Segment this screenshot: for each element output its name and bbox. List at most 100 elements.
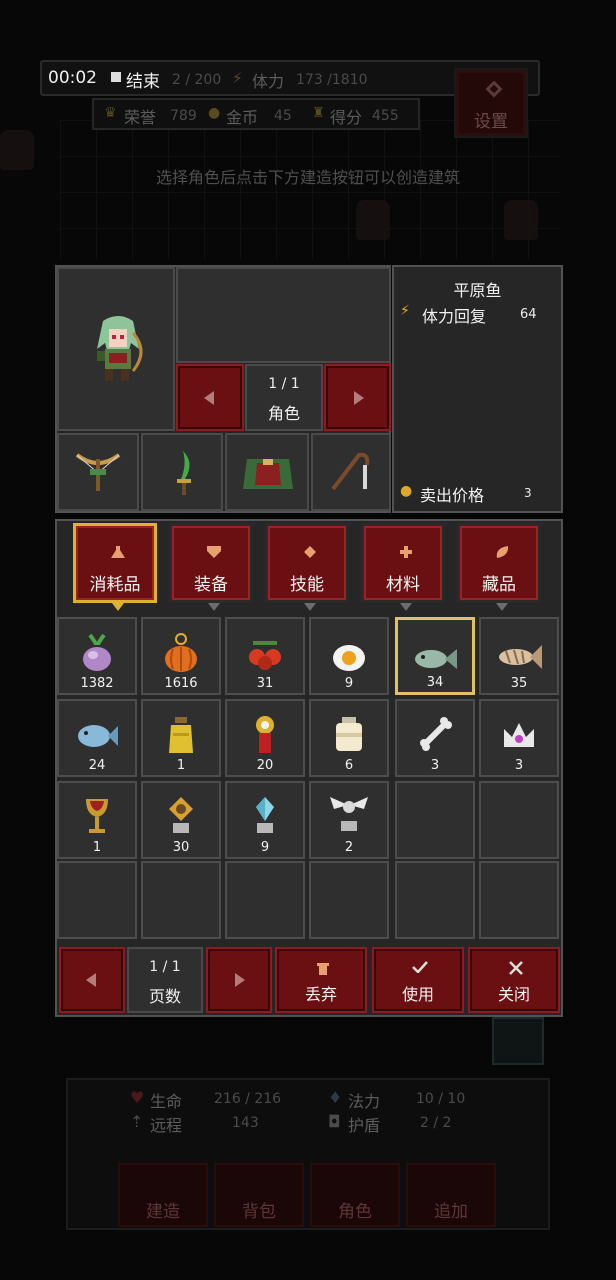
item-count: 31: [256, 676, 274, 691]
crossbow-icon: [75, 453, 121, 491]
inventory-slot-crown[interactable]: 3: [479, 699, 559, 777]
tab-equipment[interactable]: 装备: [169, 523, 253, 611]
character-page-number: 1 / 1: [268, 376, 300, 392]
mana-icon: ♦: [328, 1088, 343, 1107]
cloak-icon: [243, 459, 293, 489]
inventory-slot-plain-fish[interactable]: 34: [395, 617, 475, 695]
score-value: 455: [372, 108, 399, 124]
inventory-slot-empty[interactable]: [57, 861, 137, 939]
inventory-slot-empty[interactable]: [479, 861, 559, 939]
add-button[interactable]: 追加: [406, 1163, 496, 1227]
tab-pointer: [304, 603, 316, 611]
tab-collectibles[interactable]: 藏品: [457, 523, 541, 611]
mana-label: 法力: [348, 1092, 381, 1111]
goblet-icon: [86, 799, 108, 833]
inventory-slot-winged-totem[interactable]: 2: [309, 781, 389, 859]
add-label: 追加: [434, 1202, 468, 1222]
teleport-widget: [492, 1017, 544, 1065]
blue-fish-icon: [78, 725, 118, 747]
inventory-slot-honey-jar[interactable]: 1: [141, 699, 221, 777]
inventory-slot-empty[interactable]: [309, 861, 389, 939]
discard-button[interactable]: 丢弃: [275, 947, 367, 1013]
inventory-slot-berries[interactable]: 31: [225, 617, 305, 695]
wave-counter: 2 / 200: [172, 72, 222, 88]
inventory-slot-goblet[interactable]: 1: [57, 781, 137, 859]
bag-button[interactable]: 背包: [214, 1163, 304, 1227]
inventory-page-number: 1 / 1: [149, 959, 181, 975]
item-count: 1382: [80, 676, 114, 691]
inventory-slot-milk-jar[interactable]: 6: [309, 699, 389, 777]
close-icon: [509, 961, 523, 975]
item-detail-effect-label: 体力回复: [422, 307, 487, 326]
inventory-prev-page-button[interactable]: [59, 947, 125, 1013]
inventory-slot-fried-egg[interactable]: 9: [309, 617, 389, 695]
range-value: 143: [232, 1115, 259, 1131]
chevron-right-icon: [235, 973, 245, 987]
item-count: 1: [92, 840, 102, 855]
honey-jar-icon: [169, 717, 193, 753]
diamond-icon: [304, 546, 316, 558]
plus-icon: [400, 546, 412, 558]
turnip-icon: [83, 633, 111, 671]
settings-button[interactable]: 设置: [454, 68, 528, 138]
close-button[interactable]: 关闭: [468, 947, 560, 1013]
shield-value: 2 / 2: [420, 1115, 452, 1131]
tab-pointer: [496, 603, 508, 611]
stamina-restore-icon: ⚡: [400, 303, 410, 319]
settings-icon: [485, 80, 503, 98]
item-count: 1616: [164, 676, 198, 691]
inventory-slot-empty[interactable]: [395, 781, 475, 859]
character-prev-button[interactable]: [176, 364, 244, 431]
stop-icon[interactable]: [111, 72, 121, 82]
use-button[interactable]: 使用: [372, 947, 464, 1013]
chevron-left-icon: [86, 973, 96, 987]
tab-materials[interactable]: 材料: [361, 523, 445, 611]
inventory-slot-dried-fish[interactable]: 35: [479, 617, 559, 695]
character-portrait-slot[interactable]: [57, 267, 175, 431]
gold-label: 金币: [226, 108, 259, 127]
item-count: 35: [510, 676, 528, 691]
crown-icon: [504, 723, 534, 747]
build-button[interactable]: 建造: [118, 1163, 208, 1227]
coin-icon: ●: [208, 105, 221, 121]
equipment-slot-weapon[interactable]: [57, 433, 139, 511]
build-label: 建造: [146, 1202, 180, 1222]
honor-value: 789: [170, 108, 197, 124]
inventory-slot-empty[interactable]: [141, 861, 221, 939]
tab-consumables[interactable]: 消耗品: [73, 523, 157, 611]
inventory-page-indicator: 1 / 1 页数: [127, 947, 203, 1013]
tab-label: 材料: [386, 575, 420, 595]
inventory-slot-turnip[interactable]: 1382: [57, 617, 137, 695]
equipment-slot-offhand[interactable]: [141, 433, 223, 511]
tab-skills[interactable]: 技能: [265, 523, 349, 611]
build-hint-text: 选择角色后点击下方建造按钮可以创造建筑: [155, 168, 460, 187]
character-next-button[interactable]: [324, 364, 391, 431]
enemy-silhouette: [504, 200, 538, 240]
inventory-slot-gold-totem[interactable]: 30: [141, 781, 221, 859]
pumpkin-icon: [165, 633, 197, 672]
crystal-totem-icon: [256, 797, 274, 833]
bag-label: 背包: [242, 1202, 276, 1222]
trash-icon: [317, 963, 329, 975]
settings-label: 设置: [474, 112, 508, 132]
inventory-slot-crystal-totem[interactable]: 9: [225, 781, 305, 859]
tab-pointer: [112, 603, 124, 611]
tab-label: 技能: [290, 575, 324, 595]
inventory-slot-bone[interactable]: 3: [395, 699, 475, 777]
winged-totem-icon: [330, 797, 368, 831]
inventory-slot-blue-fish[interactable]: 24: [57, 699, 137, 777]
inventory-slot-empty[interactable]: [479, 781, 559, 859]
inventory-slot-empty[interactable]: [225, 861, 305, 939]
equipment-slot-armor[interactable]: [225, 433, 309, 511]
end-button[interactable]: 结束: [126, 67, 160, 92]
tab-label: 装备: [194, 575, 228, 595]
inventory-slot-empty[interactable]: [395, 861, 475, 939]
inventory-slot-pumpkin[interactable]: 1616: [141, 617, 221, 695]
equipment-slot-accessory[interactable]: [311, 433, 391, 511]
inventory-slot-medal[interactable]: 20: [225, 699, 305, 777]
inventory-next-page-button[interactable]: [206, 947, 272, 1013]
role-label: 角色: [338, 1202, 372, 1222]
item-count: 9: [260, 840, 270, 855]
role-button[interactable]: 角色: [310, 1163, 400, 1227]
fried-egg-icon: [333, 645, 365, 671]
